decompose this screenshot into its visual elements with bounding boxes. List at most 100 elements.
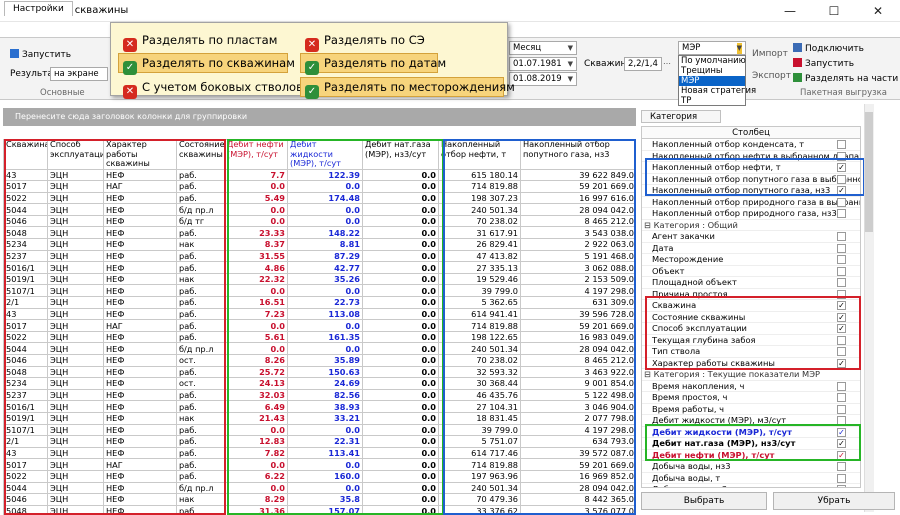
close-button[interactable]: ✕ xyxy=(856,0,900,22)
table-row[interactable]: 2/1 ЭЦН НЕФ раб. 16.51 22.73 0.0 5 362.65 631 30… xyxy=(3,296,636,309)
checkbox[interactable] xyxy=(837,151,846,161)
checkbox[interactable]: ✓ xyxy=(837,186,846,195)
mer-option[interactable]: ТР xyxy=(679,96,745,106)
table-row[interactable]: 5046 ЭЦН НЕФ нак 8.29 35.8 0.0 70 479.36 8 442 3… xyxy=(3,493,636,506)
mer-option[interactable]: Новая стратегия xyxy=(679,86,756,96)
table-row[interactable]: 5016/1 ЭЦН НЕФ раб. 4.86 42.77 0.0 27 335.13 3 0… xyxy=(3,261,636,274)
checkbox[interactable] xyxy=(837,485,846,487)
category-row[interactable]: ⊟ Категория : Текущие показатели МЭР xyxy=(642,369,860,381)
checkbox[interactable]: ✓ xyxy=(837,450,846,460)
split-by-fields-button[interactable]: Разделять по месторождениям xyxy=(300,77,515,99)
select-button[interactable]: Выбрать xyxy=(641,492,767,510)
split-by-wells-button[interactable]: Разделять по скважинам xyxy=(118,53,295,75)
ellipsis-icon[interactable]: … xyxy=(663,57,671,66)
checkbox[interactable] xyxy=(837,209,846,218)
table-row[interactable]: 5019/1 ЭЦН НЕФ нак 21.43 33.21 0.0 18 831.45 2 0… xyxy=(3,411,636,425)
column-option[interactable]: Добыча воды, т xyxy=(642,473,860,484)
checkbox[interactable] xyxy=(837,289,846,299)
mer-option[interactable]: По умолчанию xyxy=(679,56,746,66)
wells-field[interactable]: 2,2/1,4 xyxy=(624,57,662,71)
group-by-area[interactable]: Перенесите сюда заголовок колонки для гр… xyxy=(3,108,636,126)
column-option[interactable]: Накопленный отбор попутного газа, нз3 ✓ xyxy=(642,185,860,197)
checkbox[interactable]: ✓ xyxy=(837,301,846,310)
checkbox[interactable] xyxy=(837,140,846,149)
checkbox[interactable]: ✓ xyxy=(837,358,846,368)
checkbox[interactable] xyxy=(837,347,846,356)
column-header[interactable]: Характер работы скважины xyxy=(103,139,177,170)
column-option[interactable]: Накопленный отбор конденсата, т xyxy=(642,139,860,151)
mer-option[interactable]: МЭР xyxy=(679,76,745,86)
checkbox[interactable] xyxy=(837,174,846,184)
column-option[interactable]: Характер работы скважины ✓ xyxy=(642,358,860,369)
checkbox[interactable] xyxy=(837,243,846,253)
table-row[interactable]: 43 ЭЦН НЕФ раб. 7.7 122.39 0.0 615 180.14 39 622… xyxy=(3,168,636,182)
checkbox[interactable]: ✓ xyxy=(837,324,846,333)
column-option[interactable]: Объект xyxy=(642,266,860,277)
column-header[interactable]: Состояние скважины xyxy=(176,139,225,170)
checkbox[interactable]: ✓ xyxy=(837,427,846,437)
table-row[interactable]: 5044 ЭЦН НЕФ б/д пр.л 0.0 0.0 0.0 240 501.34 28 … xyxy=(3,342,636,355)
checkbox[interactable] xyxy=(837,404,846,414)
checkbox[interactable] xyxy=(837,462,846,471)
checkbox[interactable]: ✓ xyxy=(837,439,846,448)
column-option[interactable]: Площадной объект xyxy=(642,277,860,289)
checkbox[interactable] xyxy=(837,255,846,264)
table-row[interactable]: 5019/1 ЭЦН НЕФ нак 22.32 35.26 0.0 19 529.46 2 1… xyxy=(3,272,636,286)
column-option[interactable]: Время накопления, ч xyxy=(642,381,860,392)
category-row[interactable]: ⊟ Категория : Общий xyxy=(642,220,860,231)
column-option[interactable]: Дата xyxy=(642,243,860,254)
column-header[interactable]: Накопленный отбор попутного газа, нз3 xyxy=(520,139,636,170)
column-option[interactable]: Способ эксплуатации ✓ xyxy=(642,323,860,335)
column-option[interactable]: Накопленный отбор природного газа, нз3 xyxy=(642,208,860,220)
column-option[interactable]: Причина простоя xyxy=(642,289,860,300)
checkbox[interactable] xyxy=(837,197,846,207)
checkbox[interactable] xyxy=(837,393,846,402)
table-row[interactable]: 5107/1 ЭЦН НЕФ раб. 0.0 0.0 0.0 39 799.0 4 197 2… xyxy=(3,423,636,437)
category-tab[interactable]: Категория xyxy=(641,110,721,123)
table-row[interactable]: 5046 ЭЦН НЕФ ост. 8.26 35.89 0.0 70 238.02 8 465… xyxy=(3,354,636,367)
side-shafts-button[interactable]: С учетом боковых стволов xyxy=(118,77,303,99)
column-header[interactable]: Способ эксплуатации xyxy=(47,139,104,170)
table-row[interactable]: 5048 ЭЦН НЕФ раб. 23.33 148.22 0.0 31 617.91 3 5… xyxy=(3,226,636,240)
column-option[interactable]: Накопленный отбор попутного газа в выбра… xyxy=(642,174,860,185)
table-row[interactable]: 5048 ЭЦН НЕФ раб. 31.36 157.07 0.0 33 376.62 3 5… xyxy=(3,504,636,515)
mer-select[interactable]: МЭР ▼ xyxy=(678,41,746,55)
result-select[interactable]: на экране xyxy=(50,67,108,81)
split-parts-button[interactable]: Разделять на части xyxy=(793,73,898,84)
column-header[interactable]: Накопленный отбор нефти, т xyxy=(438,139,521,170)
column-option[interactable]: Состояние скважины ✓ xyxy=(642,312,860,323)
column-option[interactable]: Агент закачки xyxy=(642,231,860,243)
run-button[interactable]: Запустить xyxy=(10,49,71,60)
column-option[interactable]: Накопленный отбор нефти в выбранном диап… xyxy=(642,151,860,162)
table-row[interactable]: 5044 ЭЦН НЕФ б/д пр.л 0.0 0.0 0.0 240 501.34 28 … xyxy=(3,481,636,495)
run-batch-button[interactable]: Запустить xyxy=(793,58,854,69)
table-row[interactable]: 5048 ЭЦН НЕФ раб. 25.72 150.63 0.0 32 593.32 3 4… xyxy=(3,365,636,379)
split-by-se-button[interactable]: Разделять по СЭ xyxy=(300,30,460,52)
table-row[interactable]: 5046 ЭЦН НЕФ б/д тг 0.0 0.0 0.0 70 238.02 8 465 … xyxy=(3,214,636,228)
table-row[interactable]: 5016/1 ЭЦН НЕФ раб. 6.49 38.93 0.0 27 104.31 3 0… xyxy=(3,400,636,413)
checkbox[interactable] xyxy=(837,381,846,391)
column-option[interactable]: Время работы, ч xyxy=(642,404,860,415)
checkbox[interactable]: ✓ xyxy=(837,163,846,172)
panel-scrollbar-thumb[interactable] xyxy=(865,112,873,232)
column-option[interactable]: Накопленный отбор нефти, т ✓ xyxy=(642,162,860,174)
table-row[interactable]: 5022 ЭЦН НЕФ раб. 5.61 161.35 0.0 198 122.65 16 … xyxy=(3,330,636,344)
column-option[interactable]: Дебит нефти (МЭР), т/сут ✓ xyxy=(642,450,860,461)
table-row[interactable]: 5022 ЭЦН НЕФ раб. 6.22 160.0 0.0 197 963.96 16 9… xyxy=(3,469,636,483)
date-from-field[interactable]: 01.07.1981 ▼ xyxy=(509,57,577,71)
column-option[interactable]: Добыча воды, нз3 xyxy=(642,461,860,473)
column-option[interactable]: Месторождение xyxy=(642,254,860,266)
column-option[interactable]: Текущая глубина забоя xyxy=(642,335,860,346)
table-row[interactable]: 5022 ЭЦН НЕФ раб. 5.49 174.48 0.0 198 307.23 16 … xyxy=(3,191,636,205)
tab-settings[interactable]: Настройки xyxy=(4,1,73,16)
column-option[interactable]: Накопленный отбор природного газа в выбр… xyxy=(642,197,860,208)
table-row[interactable]: 5234 ЭЦН НЕФ нак 8.37 8.81 0.0 26 829.41 2 922 0… xyxy=(3,238,636,251)
import-button[interactable]: Импорт xyxy=(752,49,788,59)
split-by-dates-button[interactable]: Разделять по датам xyxy=(300,53,446,75)
checkbox[interactable] xyxy=(837,266,846,276)
table-row[interactable]: 5107/1 ЭЦН НЕФ раб. 0.0 0.0 0.0 39 799.0 4 197 2… xyxy=(3,284,636,298)
table-row[interactable]: 5237 ЭЦН НЕФ раб. 31.55 87.29 0.0 47 413.82 5 19… xyxy=(3,249,636,263)
table-row[interactable]: 5044 ЭЦН НЕФ б/д пр.л 0.0 0.0 0.0 240 501.34 28 … xyxy=(3,203,636,216)
checkbox[interactable] xyxy=(837,335,846,345)
minimize-button[interactable]: — xyxy=(768,0,812,22)
